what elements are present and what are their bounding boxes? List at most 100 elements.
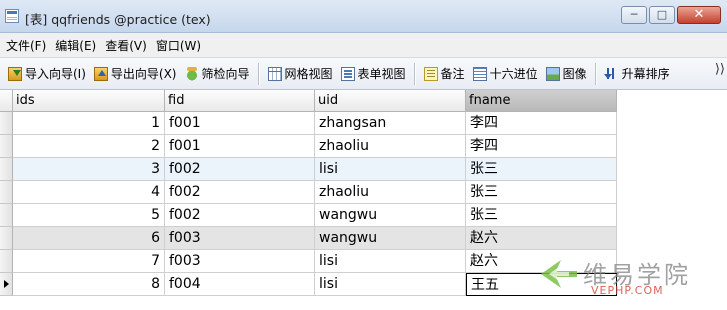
memo-button[interactable]: 备注	[420, 63, 469, 85]
cell-fname-focused[interactable]: 王五	[466, 273, 617, 296]
data-grid: ids fid uid fname 1 f001 zhangsan 李四 2 f…	[0, 90, 727, 310]
row-header[interactable]	[0, 181, 13, 204]
menu-view[interactable]: 查看(V)	[105, 37, 147, 54]
column-header-ids[interactable]: ids	[13, 90, 165, 112]
toolbar-divider	[594, 62, 597, 85]
export-wizard-label: 导出向导(X)	[110, 67, 177, 81]
menu-bar: 文件(F) 编辑(E) 查看(V) 窗口(W)	[0, 33, 727, 57]
cell-ids[interactable]: 4	[13, 181, 165, 204]
cell-fid[interactable]: f002	[165, 204, 315, 227]
toolbar-overflow-icon[interactable]: ⟩⟩	[715, 62, 725, 77]
column-header-fid[interactable]: fid	[165, 90, 315, 112]
cell-uid[interactable]: lisi	[315, 273, 466, 296]
row-header[interactable]	[0, 204, 13, 227]
cell-fname[interactable]: 张三	[466, 181, 617, 204]
cell-uid[interactable]: zhangsan	[315, 112, 466, 135]
toolbar: 导入向导(I) 导出向导(X) 筛检向导 网格视图 表单视图 备注 十六进位 图…	[0, 57, 727, 90]
cell-uid[interactable]: wangwu	[315, 204, 466, 227]
cell-fid[interactable]: f004	[165, 273, 315, 296]
close-icon: ✕	[693, 7, 705, 22]
form-view-label: 表单视图	[357, 67, 406, 81]
cell-ids[interactable]: 1	[13, 112, 165, 135]
table-row[interactable]: 8 f004 lisi 王五	[0, 273, 617, 296]
filter-icon	[184, 66, 199, 81]
grid-view-icon	[267, 66, 282, 81]
table-row[interactable]: 6 f003 wangwu 赵六	[0, 227, 617, 250]
row-header[interactable]	[0, 112, 13, 135]
cell-fid[interactable]: f002	[165, 158, 315, 181]
toolbar-divider	[413, 62, 416, 85]
export-wizard-button[interactable]: 导出向导(X)	[90, 63, 181, 85]
hex-button[interactable]: 十六进位	[469, 63, 542, 85]
import-wizard-label: 导入向导(I)	[25, 67, 86, 81]
table-row[interactable]: 4 f002 zhaoliu 张三	[0, 181, 617, 204]
hex-label: 十六进位	[489, 67, 538, 81]
table-icon	[5, 9, 19, 23]
cell-fid[interactable]: f002	[165, 181, 315, 204]
cell-ids[interactable]: 2	[13, 135, 165, 158]
column-header-uid[interactable]: uid	[315, 90, 466, 112]
minimize-icon: ─	[630, 8, 638, 21]
close-button[interactable]: ✕	[677, 6, 721, 24]
cell-ids[interactable]: 8	[13, 273, 165, 296]
cell-fid[interactable]: f001	[165, 135, 315, 158]
menu-file[interactable]: 文件(F)	[6, 37, 46, 54]
cell-ids[interactable]: 3	[13, 158, 165, 181]
row-header[interactable]	[0, 135, 13, 158]
cell-fname[interactable]: 张三	[466, 158, 617, 181]
image-icon	[545, 66, 560, 81]
cell-uid[interactable]: zhaoliu	[315, 181, 466, 204]
table-row[interactable]: 7 f003 lisi 赵六	[0, 250, 617, 273]
row-header[interactable]	[0, 227, 13, 250]
cell-fid[interactable]: f003	[165, 227, 315, 250]
minimize-button[interactable]: ─	[621, 6, 647, 24]
grid-view-label: 网格视图	[284, 67, 333, 81]
import-wizard-button[interactable]: 导入向导(I)	[4, 63, 90, 85]
filter-wizard-label: 筛检向导	[201, 67, 250, 81]
export-icon	[93, 66, 108, 81]
cell-uid[interactable]: zhaoliu	[315, 135, 466, 158]
grid-view-button[interactable]: 网格视图	[264, 63, 337, 85]
cell-fname[interactable]: 李四	[466, 135, 617, 158]
window-title: [表] qqfriends @practice (tex)	[25, 12, 211, 27]
sort-ascending-button[interactable]: 升幕排序	[601, 63, 674, 85]
cell-fname[interactable]: 赵六	[466, 227, 617, 250]
table-row[interactable]: 1 f001 zhangsan 李四	[0, 112, 617, 135]
row-header[interactable]	[0, 158, 13, 181]
sort-icon	[603, 67, 619, 81]
image-button[interactable]: 图像	[542, 63, 591, 85]
cell-uid[interactable]: wangwu	[315, 227, 466, 250]
grid-corner[interactable]	[0, 90, 13, 112]
import-icon	[8, 66, 22, 81]
table-row[interactable]: 3 f002 lisi 张三	[0, 158, 617, 181]
image-label: 图像	[562, 67, 587, 81]
filter-wizard-button[interactable]: 筛检向导	[181, 63, 254, 85]
menu-edit[interactable]: 编辑(E)	[55, 37, 96, 54]
cell-fname[interactable]: 赵六	[466, 250, 617, 273]
cell-uid[interactable]: lisi	[315, 250, 466, 273]
row-header[interactable]	[0, 250, 13, 273]
cell-uid[interactable]: lisi	[315, 158, 466, 181]
cell-ids[interactable]: 7	[13, 250, 165, 273]
column-header-fname[interactable]: fname	[466, 90, 617, 112]
toolbar-divider	[257, 62, 260, 85]
maximize-icon: □	[656, 8, 668, 21]
cell-fname[interactable]: 李四	[466, 112, 617, 135]
row-header-current[interactable]	[0, 273, 13, 296]
maximize-button[interactable]: □	[649, 6, 675, 24]
memo-label: 备注	[440, 67, 465, 81]
cell-ids[interactable]: 6	[13, 227, 165, 250]
cell-fid[interactable]: f001	[165, 112, 315, 135]
sort-ascending-label: 升幕排序	[621, 67, 670, 81]
form-view-icon	[340, 66, 355, 81]
cell-fname[interactable]: 张三	[466, 204, 617, 227]
table-row[interactable]: 5 f002 wangwu 张三	[0, 204, 617, 227]
hex-icon	[472, 66, 487, 81]
table-row[interactable]: 2 f001 zhaoliu 李四	[0, 135, 617, 158]
cell-fid[interactable]: f003	[165, 250, 315, 273]
cell-ids[interactable]: 5	[13, 204, 165, 227]
menu-window[interactable]: 窗口(W)	[156, 37, 201, 54]
window-controls: ─ □ ✕	[619, 6, 721, 26]
memo-icon	[423, 66, 438, 81]
form-view-button[interactable]: 表单视图	[337, 63, 410, 85]
